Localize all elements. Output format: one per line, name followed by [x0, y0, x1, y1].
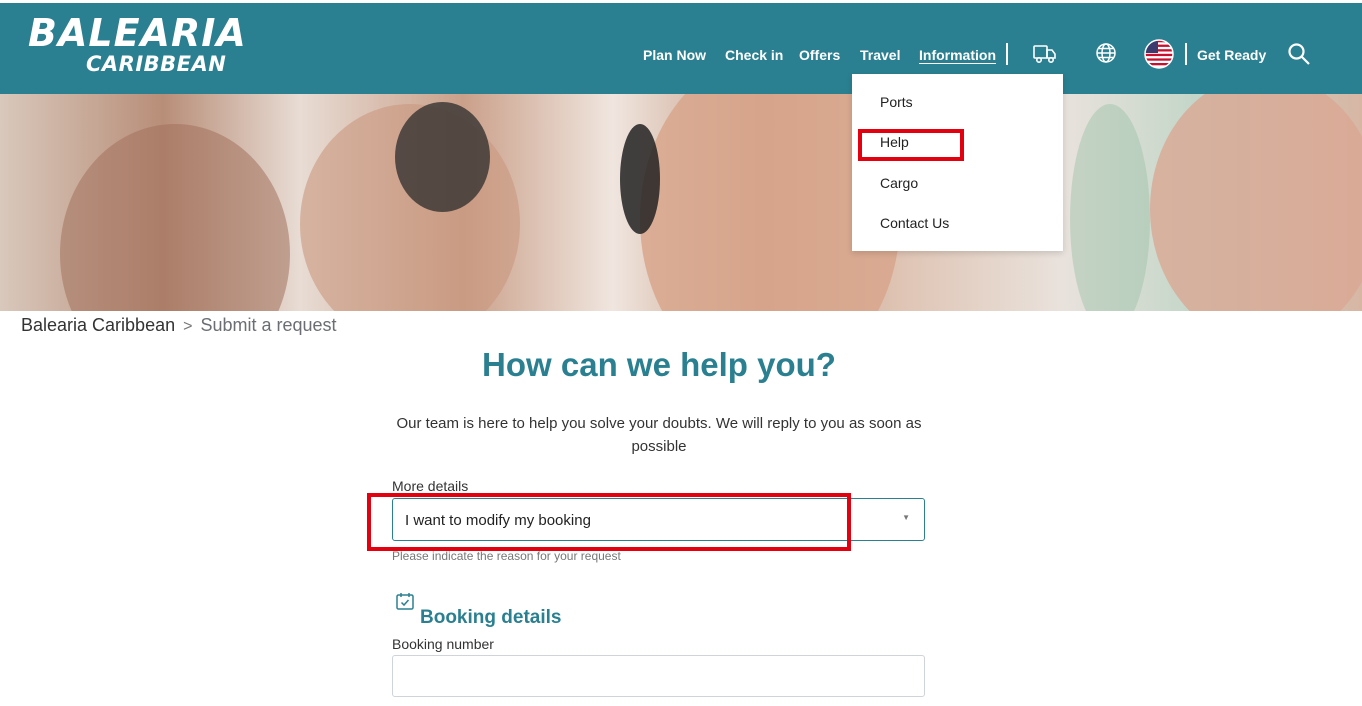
- calendar-icon: [395, 591, 415, 611]
- breadcrumb: Balearia Caribbean > Submit a request: [21, 315, 337, 336]
- balearia-logo[interactable]: BALEARIA CARIBBEAN: [28, 13, 247, 75]
- nav-divider: [1006, 43, 1008, 65]
- truck-icon[interactable]: [1032, 41, 1058, 67]
- more-details-hint: Please indicate the reason for your requ…: [392, 549, 621, 563]
- more-details-label: More details: [392, 478, 469, 494]
- intro-text: Our team is here to help you solve your …: [396, 415, 922, 455]
- information-dropdown: Ports Help Cargo Contact Us: [852, 74, 1063, 251]
- nav-plan-now[interactable]: Plan Now: [643, 47, 706, 63]
- nav-offers[interactable]: Offers: [799, 47, 840, 63]
- help-highlight-box: [858, 129, 964, 161]
- menu-item-cargo[interactable]: Cargo: [880, 175, 918, 191]
- logo-line-2: CARIBBEAN: [86, 52, 227, 76]
- hero-image: [0, 94, 1362, 311]
- nav-check-in[interactable]: Check in: [725, 47, 783, 63]
- page-title: How can we help you?: [482, 346, 836, 383]
- booking-number-label: Booking number: [392, 636, 494, 652]
- chevron-down-icon: ▼: [902, 513, 910, 522]
- breadcrumb-current: Submit a request: [200, 315, 337, 335]
- nav-divider: [1185, 43, 1187, 65]
- nav-information[interactable]: Information: [919, 47, 996, 63]
- breadcrumb-home[interactable]: Balearia Caribbean: [21, 315, 175, 335]
- menu-item-ports[interactable]: Ports: [880, 94, 913, 110]
- nav-travel[interactable]: Travel: [860, 47, 900, 63]
- search-icon[interactable]: [1287, 42, 1311, 66]
- booking-number-input[interactable]: [392, 655, 925, 697]
- logo-line-1: BALEARIA: [28, 11, 247, 55]
- menu-item-contact-us[interactable]: Contact Us: [880, 215, 949, 231]
- select-highlight-box: [367, 493, 851, 551]
- us-flag-icon[interactable]: [1144, 39, 1174, 69]
- nav-get-ready[interactable]: Get Ready: [1197, 47, 1266, 63]
- breadcrumb-separator: >: [183, 318, 193, 335]
- booking-details-title: Booking details: [420, 607, 562, 628]
- globe-icon[interactable]: [1095, 42, 1117, 64]
